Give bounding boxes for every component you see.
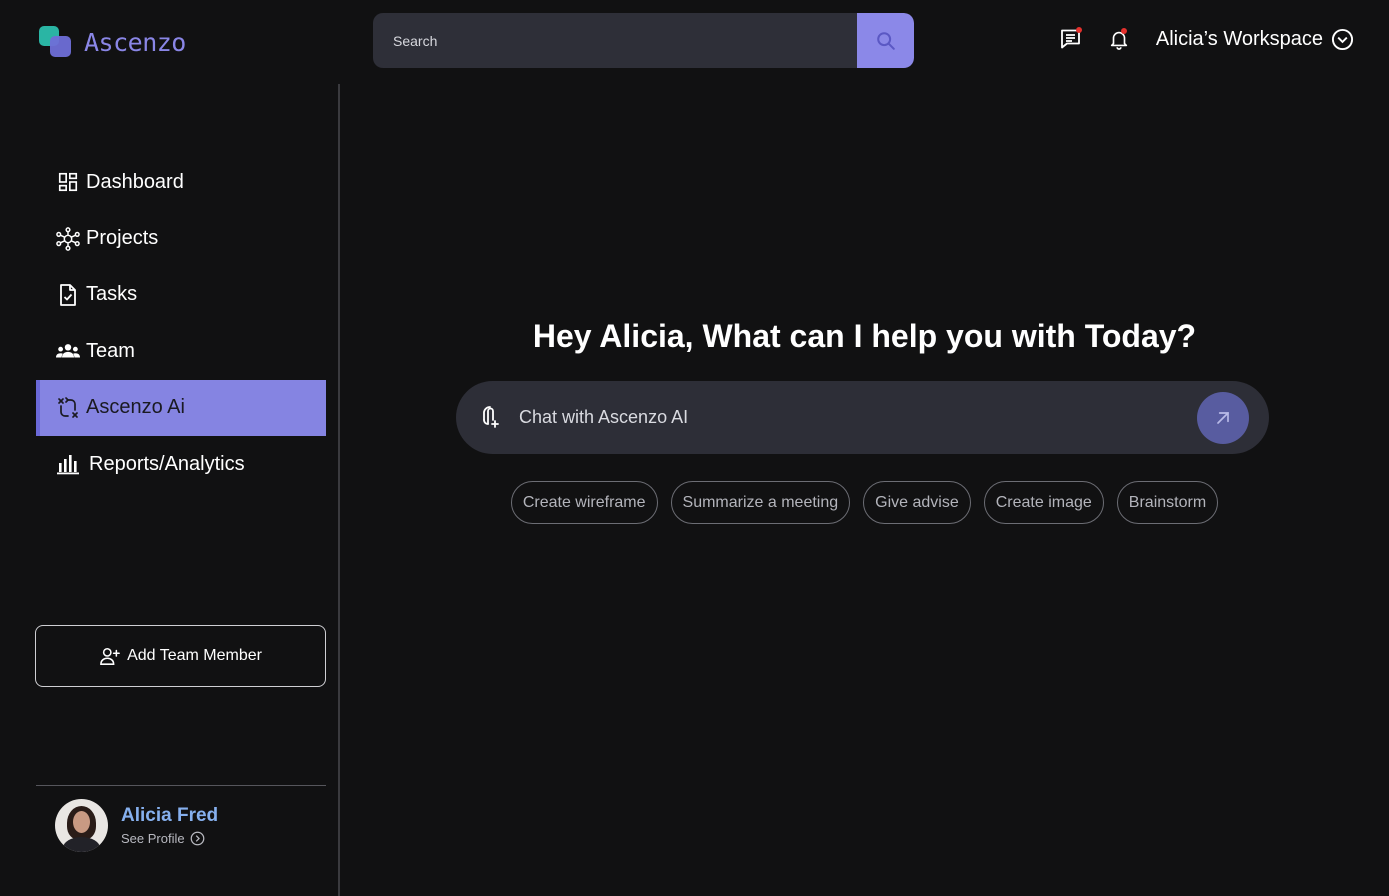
notifications-button[interactable] <box>1106 26 1132 52</box>
page-title: Hey Alicia, What can I help you with Tod… <box>532 318 1197 354</box>
attach-button[interactable] <box>478 405 502 430</box>
header-actions: Alicia’s Workspace <box>1058 26 1354 52</box>
search-bar <box>373 13 914 68</box>
add-team-member-label: Add Team Member <box>127 647 262 664</box>
bar-chart-icon <box>56 452 80 476</box>
send-button[interactable] <box>1197 391 1249 444</box>
see-profile-label: See Profile <box>121 831 185 846</box>
task-document-icon <box>56 283 80 307</box>
sidebar-item-projects[interactable]: Projects <box>36 210 326 266</box>
workspace-switcher[interactable]: Alicia’s Workspace <box>1156 28 1354 51</box>
notifications-dot <box>1120 28 1127 34</box>
search-icon <box>876 31 895 50</box>
sidebar-item-label: Reports/Analytics <box>89 452 245 475</box>
search-button[interactable] <box>857 13 914 68</box>
logo-mark-icon <box>39 26 72 58</box>
sidebar-item-label: Ascenzo Ai <box>86 396 185 419</box>
arrow-up-right-icon <box>1217 411 1229 424</box>
sidebar-item-dashboard[interactable]: Dashboard <box>36 154 326 210</box>
messages-button[interactable] <box>1058 26 1084 52</box>
suggestion-chip[interactable]: Create wireframe <box>510 481 658 524</box>
ai-sparkle-icon <box>56 396 80 420</box>
app-logo[interactable]: Ascenzo <box>39 26 186 58</box>
profile-divider <box>36 785 326 786</box>
see-profile-link[interactable]: See Profile <box>121 831 218 846</box>
suggestion-chip[interactable]: Create image <box>983 481 1104 524</box>
avatar[interactable] <box>55 799 108 852</box>
projects-network-icon <box>56 226 80 251</box>
team-icon <box>56 339 80 363</box>
suggestion-chip[interactable]: Brainstorm <box>1116 481 1219 524</box>
sidebar-item-ascenzo-ai[interactable]: Ascenzo Ai <box>36 379 326 437</box>
chat-input[interactable] <box>519 407 1197 428</box>
add-user-icon <box>100 647 120 665</box>
attachment-icon <box>483 405 499 428</box>
sidebar-item-label: Dashboard <box>86 170 184 193</box>
sidebar-item-label: Team <box>86 339 135 362</box>
logo-text: Ascenzo <box>84 27 186 57</box>
sidebar-item-label: Projects <box>86 227 159 250</box>
dashboard-icon <box>56 170 80 194</box>
chat-box <box>456 381 1269 454</box>
user-profile: Alicia Fred See Profile <box>55 799 218 852</box>
sidebar-item-team[interactable]: Team <box>36 323 326 379</box>
suggestion-chip[interactable]: Summarize a meeting <box>670 481 851 524</box>
workspace-label: Alicia’s Workspace <box>1155 27 1323 50</box>
sidebar-item-reports[interactable]: Reports/Analytics <box>36 436 326 492</box>
chevron-down-circle-icon <box>1331 28 1354 50</box>
suggestion-chips: Create wireframe Summarize a meeting Giv… <box>340 481 1389 524</box>
add-team-member-button[interactable]: Add Team Member <box>35 625 326 687</box>
sidebar-nav: Dashboard Projects Tasks Team Ascenzo Ai… <box>36 154 326 492</box>
chevron-right-circle-icon <box>190 831 204 846</box>
sidebar-item-tasks[interactable]: Tasks <box>36 267 326 323</box>
search-input[interactable] <box>373 13 857 68</box>
sidebar-item-label: Tasks <box>86 283 138 306</box>
messages-notification-dot <box>1075 27 1082 33</box>
suggestion-chip[interactable]: Give advise <box>863 481 971 524</box>
profile-name: Alicia Fred <box>121 805 219 826</box>
